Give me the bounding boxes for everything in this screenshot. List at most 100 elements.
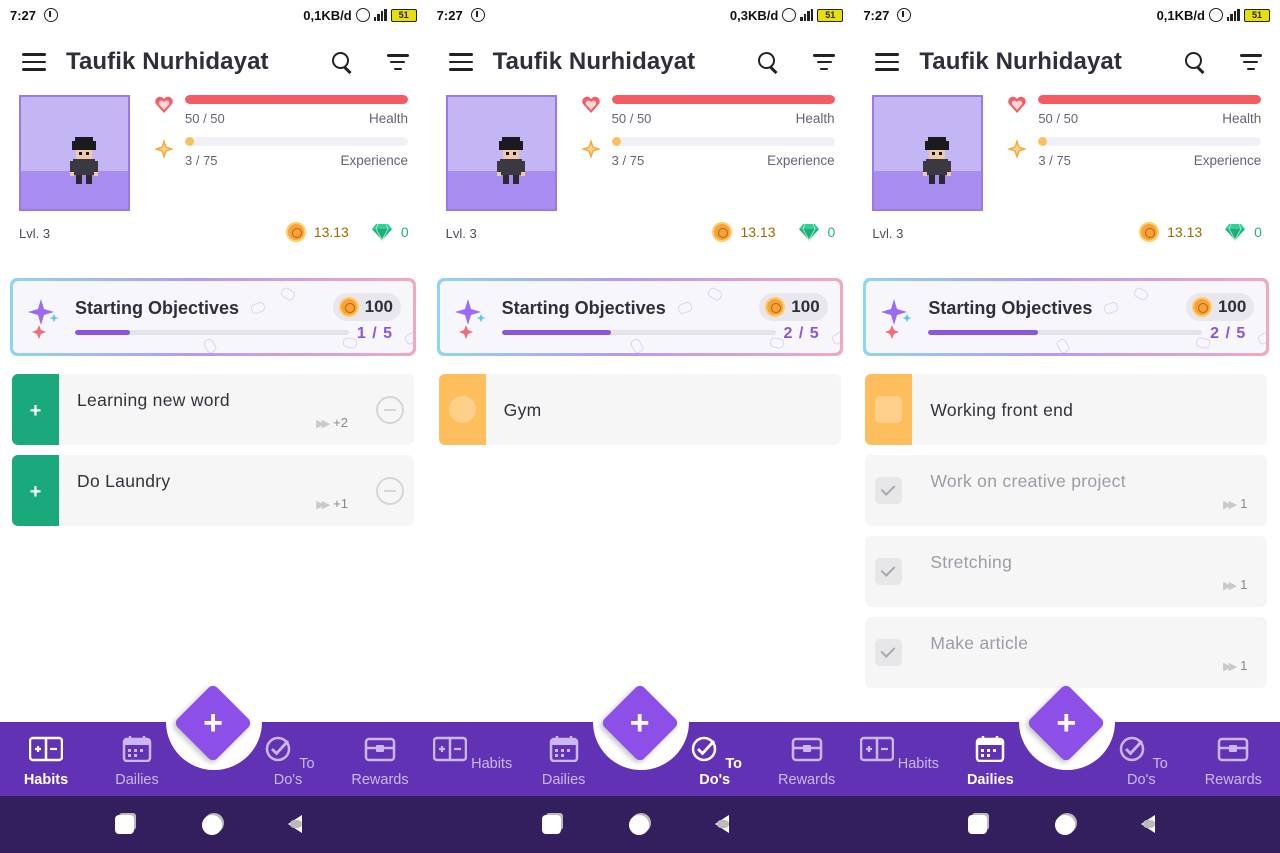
nav-item-rewards[interactable]: Rewards	[340, 736, 420, 792]
heart-icon	[1008, 96, 1027, 113]
menu-icon[interactable]	[22, 53, 46, 71]
task-card[interactable]: + Do Laundry ▶▶ +1	[12, 455, 414, 526]
gem-icon	[1225, 223, 1246, 241]
daily-checkbox-checked[interactable]	[875, 639, 903, 666]
objectives-reward-value: 100	[791, 297, 820, 316]
daily-checkbox[interactable]	[875, 396, 903, 423]
status-bar: 7:27 0,1KB/d 51	[853, 0, 1280, 30]
nav-item-dailies[interactable]: Dailies	[97, 736, 177, 792]
sparkle-icon	[28, 299, 59, 339]
objectives-reward: 100	[332, 293, 401, 321]
starting-objectives-card[interactable]: Starting Objectives 100 1 / 5	[10, 278, 416, 356]
alarm-icon	[782, 8, 797, 22]
task-card[interactable]: Working front end	[865, 374, 1268, 445]
menu-icon[interactable]	[448, 53, 473, 71]
filter-icon[interactable]	[1239, 54, 1262, 70]
menu-icon[interactable]	[875, 53, 900, 71]
gem-value: 0	[400, 224, 409, 240]
habit-minus-button[interactable]	[376, 477, 404, 505]
avatar[interactable]	[872, 95, 984, 211]
nav-item-dailies[interactable]: Dailies	[950, 736, 1030, 792]
starting-objectives-card[interactable]: Starting Objectives 100 2 / 5	[436, 278, 843, 356]
home-icon[interactable]	[628, 815, 649, 835]
filter-icon[interactable]	[813, 54, 836, 70]
task-card[interactable]: Stretching ▶▶ 1	[865, 536, 1268, 607]
task-streak: ▶▶ 1	[1223, 577, 1248, 592]
download-icon	[897, 8, 912, 22]
recent-apps-icon[interactable]	[541, 815, 561, 834]
task-title: Learning new word	[77, 390, 230, 410]
page-title: Taufik Nurhidayat	[492, 48, 696, 75]
gem-value: 0	[1254, 224, 1262, 240]
sparkle-icon	[454, 299, 486, 339]
task-title: Work on creative project	[930, 471, 1126, 491]
fast-forward-icon: ▶▶	[1223, 580, 1237, 592]
nav-item-dailies[interactable]: Dailies	[524, 736, 604, 792]
search-icon[interactable]	[758, 52, 778, 72]
objectives-reward-value: 100	[1217, 297, 1247, 316]
status-bar: 7:27 0,3KB/d 51	[427, 0, 854, 30]
daily-checkbox-checked[interactable]	[875, 477, 903, 504]
gold-value: 13.13	[1167, 224, 1203, 240]
objectives-title: Starting Objectives	[928, 298, 1093, 318]
home-icon[interactable]	[1055, 815, 1076, 835]
nav-item-rewards[interactable]: Rewards	[767, 736, 847, 792]
habit-plus-button[interactable]: +	[12, 374, 59, 445]
search-icon[interactable]	[1184, 52, 1205, 72]
currency-display[interactable]: 13.13 0	[712, 222, 835, 242]
currency-display[interactable]: 13.13 0	[1139, 222, 1262, 242]
task-card[interactable]: Make article ▶▶ 1	[865, 617, 1268, 688]
experience-label: Experience	[340, 153, 408, 168]
task-card[interactable]: + Learning new word ▶▶ +2	[12, 374, 414, 445]
habit-minus-button[interactable]	[376, 396, 404, 424]
nav-item-todos[interactable]: To Do's	[1101, 736, 1181, 792]
back-icon[interactable]	[1141, 815, 1156, 833]
back-icon[interactable]	[288, 815, 302, 833]
download-icon	[44, 8, 59, 22]
nav-item-rewards[interactable]: Rewards	[1193, 736, 1273, 792]
status-time: 7:27	[436, 7, 463, 23]
daily-checkbox-checked[interactable]	[875, 558, 903, 585]
level-label: Lvl. 3	[872, 226, 904, 241]
nav-item-todos[interactable]: To Do's	[675, 736, 755, 792]
avatar[interactable]	[19, 95, 130, 211]
objectives-reward: 100	[1185, 293, 1255, 321]
level-label: Lvl. 3	[19, 226, 51, 241]
todo-checkbox[interactable]	[448, 396, 476, 423]
recent-apps-icon[interactable]	[115, 815, 134, 834]
gold-coin-icon	[1139, 222, 1160, 242]
back-icon[interactable]	[714, 815, 729, 833]
nav-item-habits[interactable]: Habits	[6, 736, 86, 792]
treasure-chest-icon	[1218, 737, 1249, 762]
search-icon[interactable]	[331, 52, 352, 72]
nav-label-dailies: Dailies	[115, 772, 159, 788]
signal-icon	[1226, 9, 1240, 21]
nav-item-todos[interactable]: To Do's	[248, 736, 328, 792]
recent-apps-icon[interactable]	[968, 815, 988, 834]
nav-item-habits[interactable]: Habits	[859, 736, 939, 792]
fast-forward-icon: ▶▶	[316, 418, 330, 430]
nav-item-habits[interactable]: Habits	[432, 736, 513, 792]
task-card[interactable]: Gym	[438, 374, 841, 445]
health-value: 50 / 50	[1038, 111, 1079, 126]
task-title: Gym	[503, 400, 542, 420]
starting-objectives-card[interactable]: Starting Objectives 100 2 / 5	[863, 278, 1270, 356]
nav-label-habits: Habits	[897, 756, 939, 772]
status-bar: 7:27 0,1KB/d 51	[0, 0, 427, 30]
objectives-reward-value: 100	[364, 297, 393, 316]
home-icon[interactable]	[202, 815, 222, 835]
filter-icon[interactable]	[386, 54, 409, 70]
gold-value: 13.13	[740, 224, 776, 240]
currency-display[interactable]: 13.13 0	[285, 222, 409, 242]
plus-icon: +	[1056, 704, 1077, 742]
objectives-count: 2 / 5	[783, 325, 820, 342]
habits-icon	[859, 736, 894, 762]
nav-label-dailies: Dailies	[541, 772, 586, 788]
page-title: Taufik Nurhidayat	[66, 48, 269, 75]
task-card[interactable]: Work on creative project ▶▶ 1	[865, 455, 1268, 526]
nav-label-rewards: Rewards	[778, 772, 836, 788]
avatar[interactable]	[445, 95, 557, 211]
habit-plus-button[interactable]: +	[12, 455, 59, 526]
health-bar	[1038, 95, 1262, 104]
experience-label: Experience	[767, 153, 835, 168]
